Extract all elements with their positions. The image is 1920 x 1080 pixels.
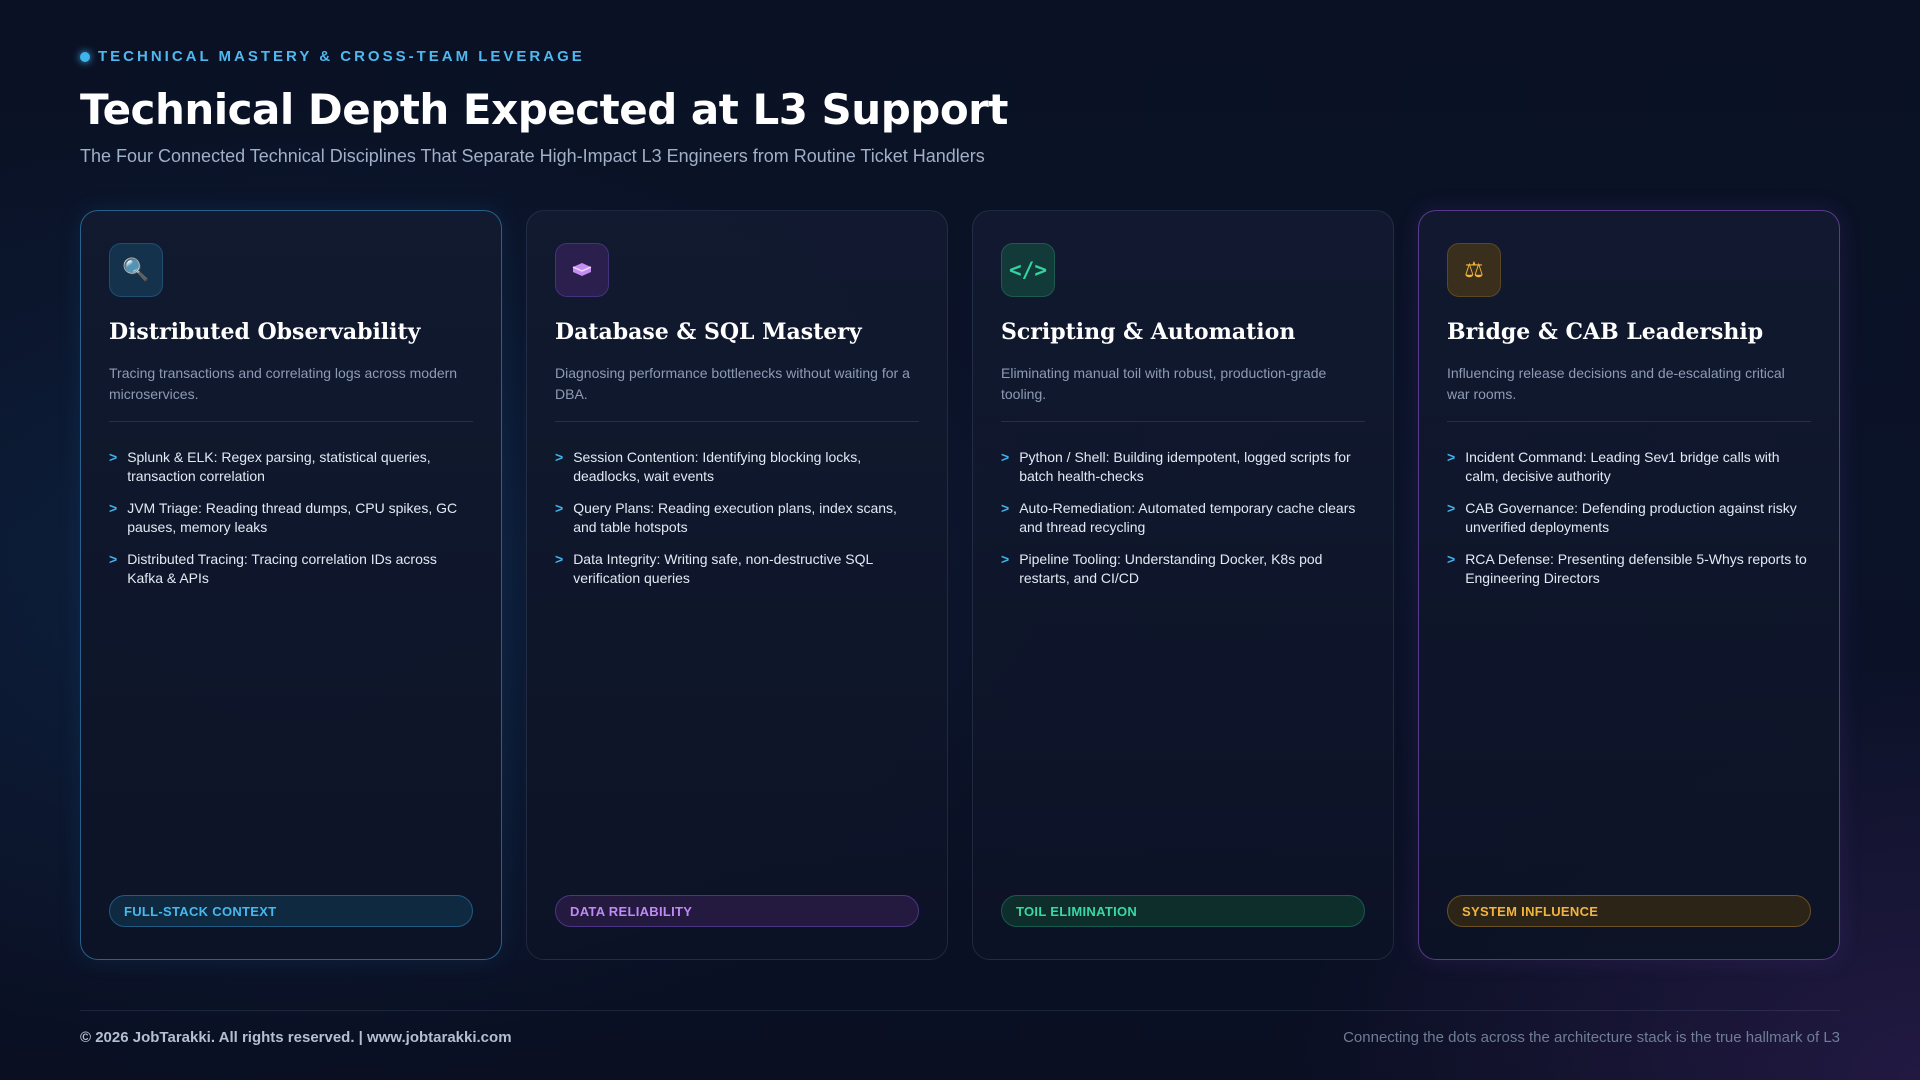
card-title: Scripting & Automation	[1001, 319, 1296, 345]
card-bridge-cab-leadership: ⚖ Bridge & CAB Leadership Influencing re…	[1418, 210, 1840, 960]
card-points: > Python / Shell: Building idempotent, lo…	[1001, 448, 1365, 588]
card-tag: FULL-STACK CONTEXT	[109, 895, 473, 927]
list-item: > CAB Governance: Defending production ag…	[1447, 499, 1811, 537]
eyebrow-dot-icon	[80, 51, 90, 62]
point-text: RCA Defense: Presenting defensible 5-Why…	[1465, 551, 1807, 586]
chevron-right-icon: >	[1001, 551, 1010, 567]
code-icon: </>	[1001, 243, 1055, 297]
discipline-cards: 🔍 Distributed Observability Tracing tran…	[80, 210, 1840, 960]
list-item: > Pipeline Tooling: Understanding Docker,…	[1001, 550, 1365, 588]
divider	[1447, 421, 1811, 422]
chevron-right-icon: >	[1447, 449, 1456, 465]
eyebrow: TECHNICAL MASTERY & CROSS-TEAM LEVERAGE	[80, 48, 1840, 65]
card-title: Bridge & CAB Leadership	[1447, 319, 1764, 345]
database-icon	[555, 243, 609, 297]
list-item: > RCA Defense: Presenting defensible 5-Wh…	[1447, 550, 1811, 588]
point-text: Session Contention: Identifying blocking…	[573, 449, 862, 484]
chevron-right-icon: >	[555, 500, 564, 516]
list-item: > Splunk & ELK: Regex parsing, statistica…	[109, 448, 473, 486]
list-item: > Distributed Tracing: Tracing correlatio…	[109, 550, 473, 588]
chevron-right-icon: >	[555, 449, 564, 465]
chevron-right-icon: >	[1001, 449, 1010, 465]
chevron-right-icon: >	[109, 500, 118, 516]
header: TECHNICAL MASTERY & CROSS-TEAM LEVERAGE …	[80, 48, 1840, 167]
card-database-sql-mastery: Database & SQL Mastery Diagnosing perfor…	[526, 210, 948, 960]
list-item: > JVM Triage: Reading thread dumps, CPU s…	[109, 499, 473, 537]
chevron-right-icon: >	[1447, 551, 1456, 567]
point-text: Incident Command: Leading Sev1 bridge ca…	[1465, 449, 1780, 484]
point-text: Pipeline Tooling: Understanding Docker, …	[1019, 551, 1323, 586]
point-text: Data Integrity: Writing safe, non-destru…	[573, 551, 873, 586]
card-description: Eliminating manual toil with robust, pro…	[1001, 365, 1327, 402]
point-text: CAB Governance: Defending production aga…	[1465, 500, 1797, 535]
database-icon-svg	[572, 263, 592, 276]
card-tag: SYSTEM INFLUENCE	[1447, 895, 1811, 927]
card-points: > Incident Command: Leading Sev1 bridge c…	[1447, 448, 1811, 588]
footer-tagline: Connecting the dots across the architect…	[1343, 1029, 1840, 1046]
list-item: > Data Integrity: Writing safe, non-destr…	[555, 550, 919, 588]
list-item: > Python / Shell: Building idempotent, lo…	[1001, 448, 1365, 486]
point-text: Auto-Remediation: Automated temporary ca…	[1019, 500, 1356, 535]
divider	[555, 421, 919, 422]
point-text: JVM Triage: Reading thread dumps, CPU sp…	[127, 500, 458, 535]
point-text: Python / Shell: Building idempotent, log…	[1019, 449, 1351, 484]
chevron-right-icon: >	[1447, 500, 1456, 516]
card-scripting-automation: </> Scripting & Automation Eliminating m…	[972, 210, 1394, 960]
list-item: > Session Contention: Identifying blockin…	[555, 448, 919, 486]
footer: © 2026 JobTarakki. All rights reserved. …	[80, 1010, 1840, 1046]
card-description: Tracing transactions and correlating log…	[109, 365, 458, 402]
card-title: Database & SQL Mastery	[555, 319, 862, 345]
card-tag: TOIL ELIMINATION	[1001, 895, 1365, 927]
chevron-right-icon: >	[109, 449, 118, 465]
chevron-right-icon: >	[1001, 500, 1010, 516]
divider	[1001, 421, 1365, 422]
list-item: > Auto-Remediation: Automated temporary c…	[1001, 499, 1365, 537]
card-description: Influencing release decisions and de-esc…	[1447, 365, 1785, 402]
card-title: Distributed Observability	[109, 319, 421, 345]
chevron-right-icon: >	[109, 551, 118, 567]
card-points: > Splunk & ELK: Regex parsing, statistica…	[109, 448, 473, 588]
card-points: > Session Contention: Identifying blockin…	[555, 448, 919, 588]
divider	[109, 421, 473, 422]
magnifier-icon: 🔍	[109, 243, 163, 297]
page-subtitle: The Four Connected Technical Disciplines…	[80, 146, 985, 166]
eyebrow-text: TECHNICAL MASTERY & CROSS-TEAM LEVERAGE	[98, 48, 585, 65]
chevron-right-icon: >	[555, 551, 564, 567]
point-text: Splunk & ELK: Regex parsing, statistical…	[127, 449, 431, 484]
point-text: Query Plans: Reading execution plans, in…	[573, 500, 897, 535]
list-item: > Incident Command: Leading Sev1 bridge c…	[1447, 448, 1811, 486]
list-item: > Query Plans: Reading execution plans, i…	[555, 499, 919, 537]
point-text: Distributed Tracing: Tracing correlation…	[127, 551, 437, 586]
footer-copyright: © 2026 JobTarakki. All rights reserved. …	[80, 1029, 512, 1046]
page-title: Technical Depth Expected at L3 Support	[80, 85, 1008, 134]
scales-icon: ⚖	[1447, 243, 1501, 297]
card-tag: DATA RELIABILITY	[555, 895, 919, 927]
card-distributed-observability: 🔍 Distributed Observability Tracing tran…	[80, 210, 502, 960]
card-description: Diagnosing performance bottlenecks witho…	[555, 365, 910, 402]
